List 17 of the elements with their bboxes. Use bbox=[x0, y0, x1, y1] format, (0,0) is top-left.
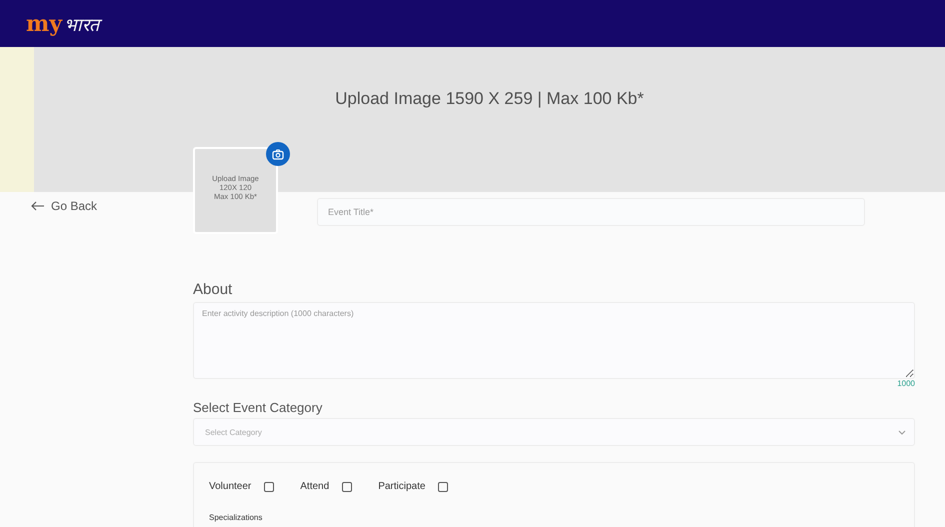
role-label: Attend bbox=[300, 481, 330, 492]
arrow-left-icon bbox=[31, 201, 45, 211]
role-label: Participate bbox=[378, 481, 426, 492]
banner-upload-text: Upload Image 1590 X 259 | Max 100 Kb* bbox=[334, 88, 645, 109]
category-heading: Select Event Category bbox=[193, 400, 324, 415]
description-field[interactable]: Enter activity description (1000 characters) bbox=[193, 302, 915, 379]
character-counter: 1000 bbox=[897, 379, 915, 388]
specializations-heading: Specializations bbox=[209, 513, 264, 522]
role-checkbox[interactable] bbox=[438, 482, 448, 492]
role-checkbox[interactable] bbox=[342, 482, 352, 492]
role-label: Volunteer bbox=[209, 481, 252, 492]
role-checkbox[interactable] bbox=[264, 482, 274, 492]
about-heading: About bbox=[193, 281, 234, 298]
go-back-link[interactable]: Go Back bbox=[31, 199, 98, 213]
event-title-field[interactable]: Event Title* bbox=[317, 198, 865, 226]
camera-icon bbox=[272, 148, 284, 160]
chevron-down-icon bbox=[898, 430, 906, 434]
